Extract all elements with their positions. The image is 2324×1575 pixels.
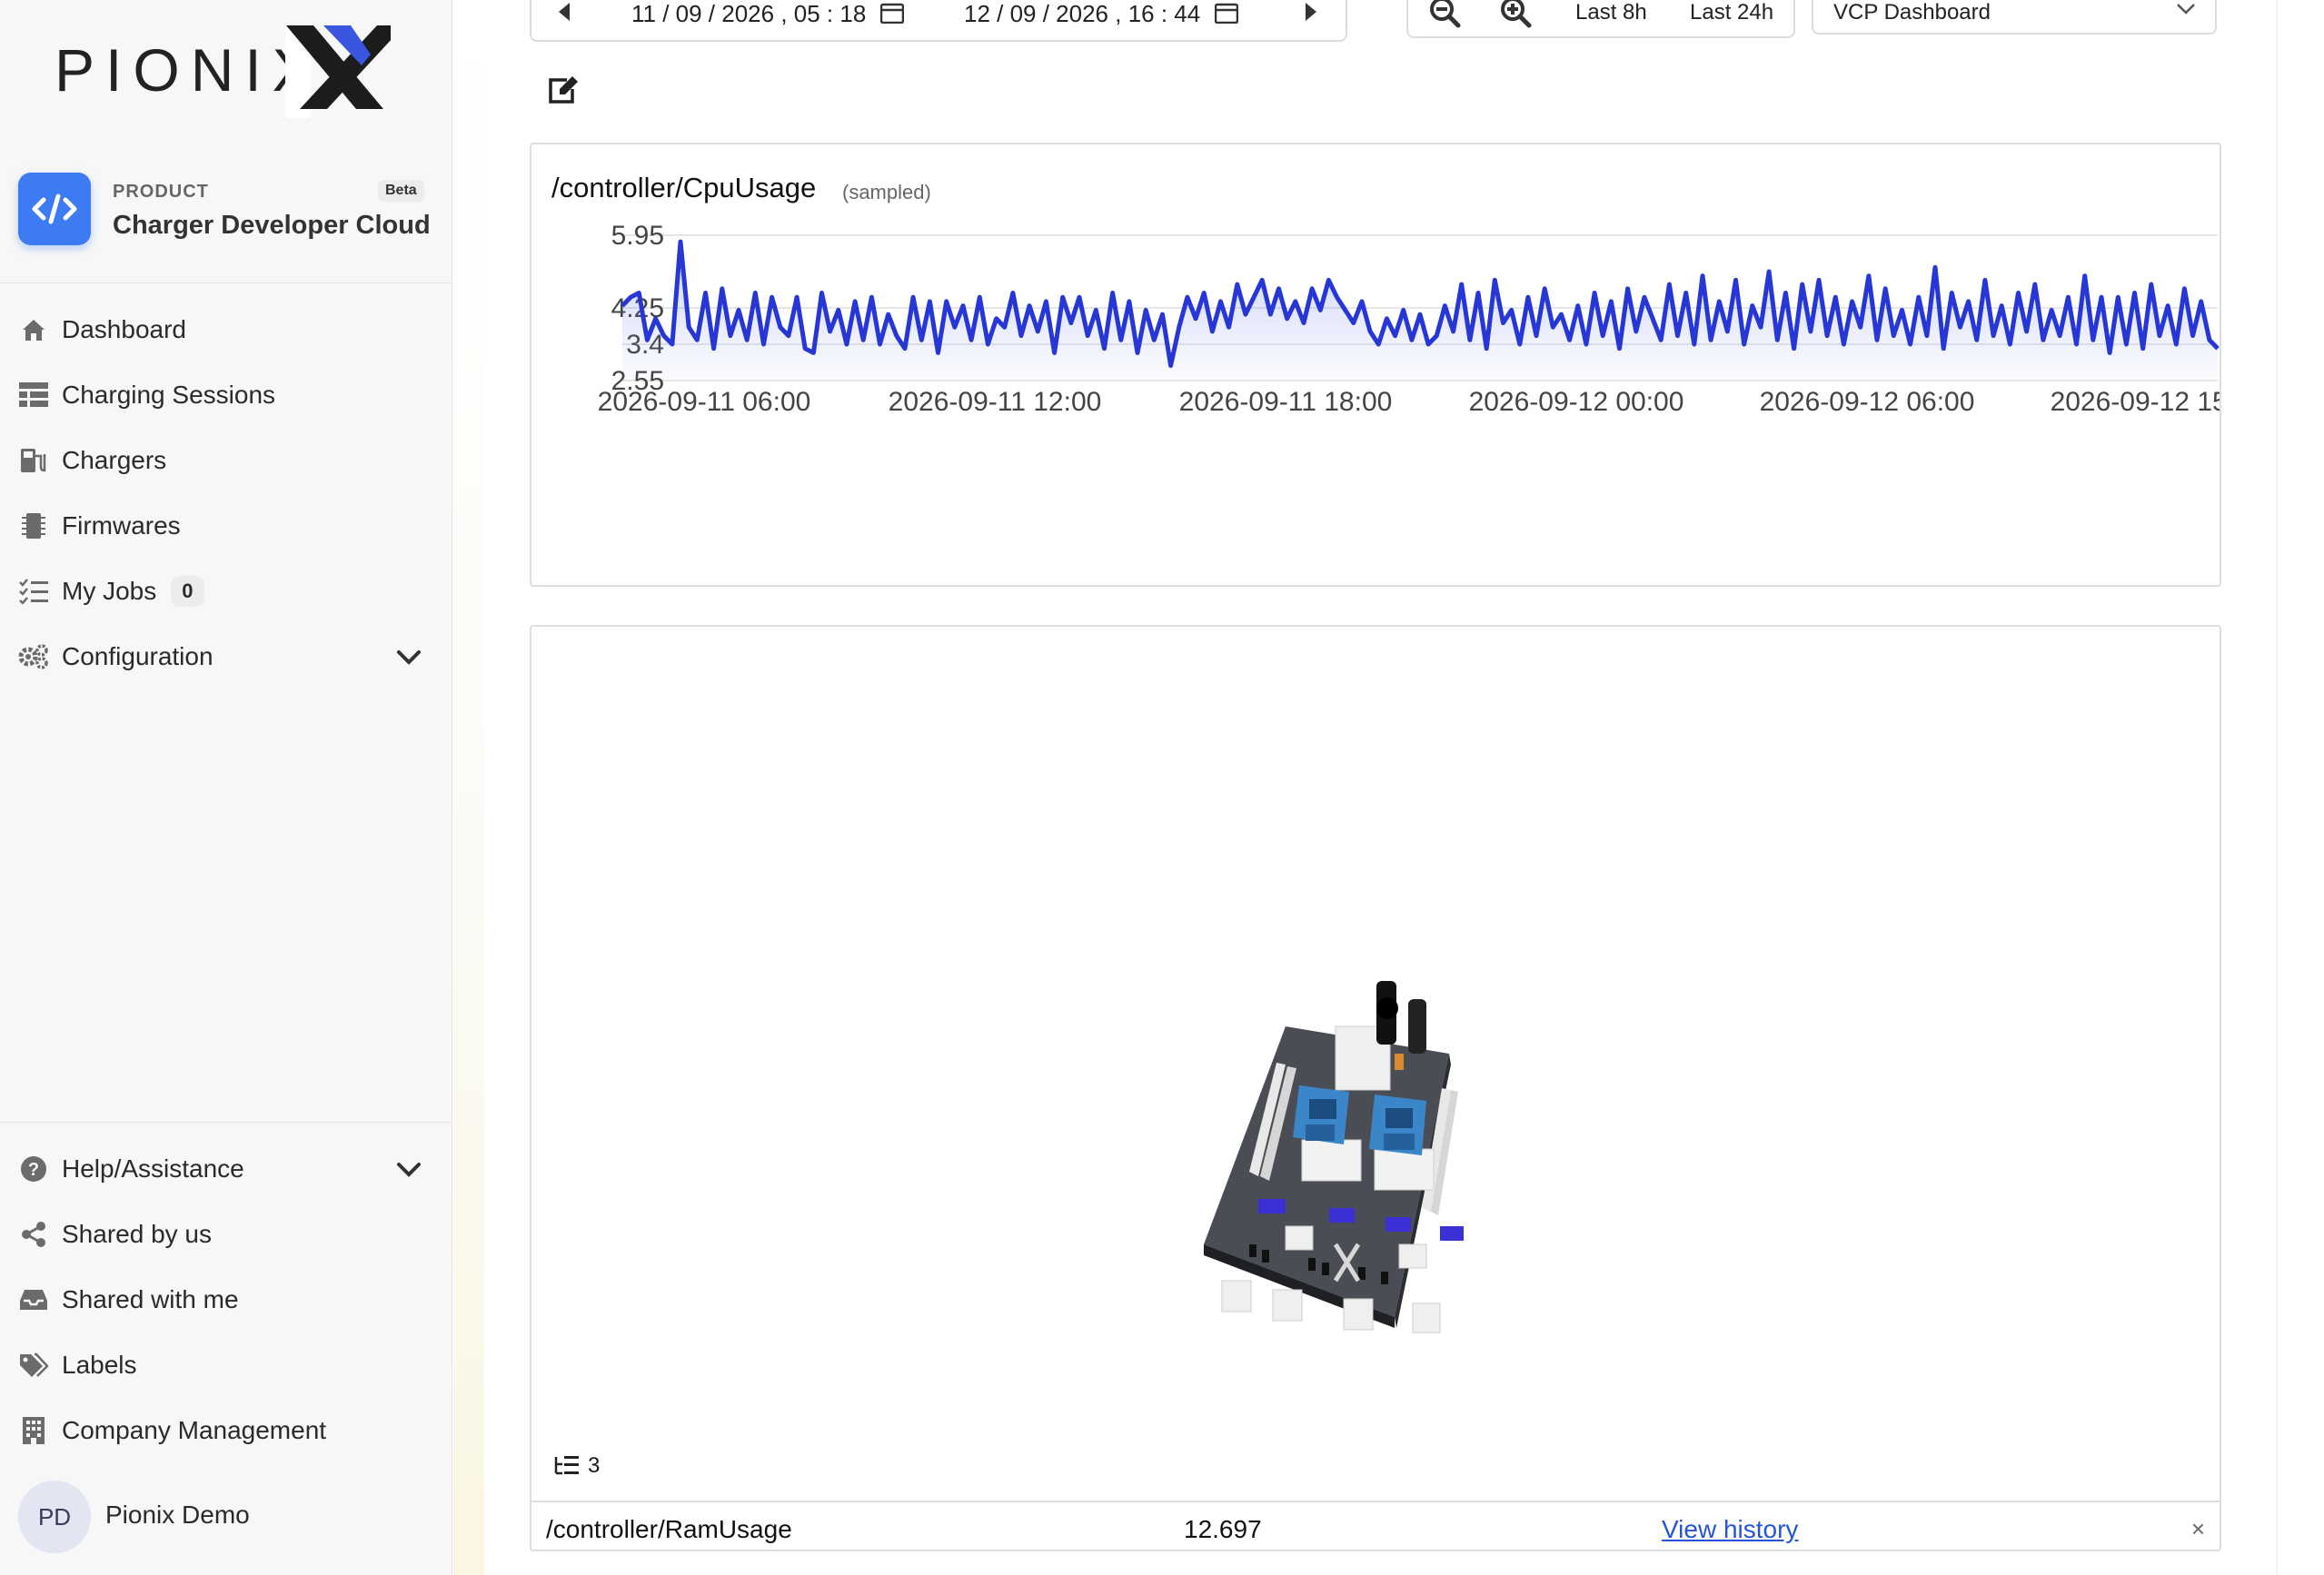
inbox-icon <box>18 1284 49 1315</box>
jobs-count-badge: 0 <box>171 576 204 607</box>
list-count-value: 3 <box>588 1453 601 1478</box>
last-24h-button[interactable]: Last 24h <box>1690 0 1773 25</box>
ram-usage-value: 12.697 <box>1184 1515 1262 1543</box>
sidebar-item-label: Labels <box>62 1351 137 1379</box>
ram-usage-name: /controller/RamUsage <box>546 1515 792 1543</box>
edit-icon <box>549 76 578 104</box>
product-name: Charger Developer Cloud <box>113 211 431 240</box>
x-tick-label: 2026-09-12 00:00 <box>1469 387 1684 417</box>
gutter <box>453 0 484 1575</box>
sidebar-item-shared-by-us[interactable]: Shared by us <box>18 1212 432 1257</box>
list-check-icon <box>18 576 49 607</box>
question-circle-icon: ? <box>18 1154 49 1184</box>
sidebar-item-label: Charging Sessions <box>62 381 276 409</box>
building-icon <box>18 1415 49 1446</box>
scrollbar[interactable] <box>2277 0 2324 1575</box>
sidebar-item-charging-sessions[interactable]: Charging Sessions <box>18 372 432 418</box>
model-viewer-panel: 3 /controller/RamUsage 12.697 View histo… <box>530 625 2221 1551</box>
sidebar-item-dashboard[interactable]: Dashboard <box>18 307 432 352</box>
close-icon[interactable]: × <box>2191 1515 2205 1543</box>
view-history-link[interactable]: View history <box>1662 1515 1798 1544</box>
cpu-usage-panel: /controller/CpuUsage (sampled) 5.954.253… <box>530 143 2221 587</box>
sidebar: PIONIX PRODUCT Beta Charger Developer Cl… <box>0 0 452 1575</box>
logo-text: PIONIX <box>55 36 323 104</box>
sidebar-item-label: Shared by us <box>62 1220 212 1248</box>
list-count[interactable]: 3 <box>553 1453 600 1479</box>
x-tick-label: 2026-09-11 06:00 <box>598 387 811 417</box>
sidebar-item-configuration[interactable]: Configuration <box>18 634 432 679</box>
product-label: PRODUCT <box>113 182 209 202</box>
beta-badge: Beta <box>378 180 424 202</box>
sidebar-item-label: My Jobs <box>62 577 157 605</box>
series-area <box>622 242 2218 381</box>
chevron-down-icon[interactable] <box>394 643 423 679</box>
charger-board-3d-model[interactable] <box>1149 899 1531 1335</box>
charging-station-icon <box>18 445 49 476</box>
start-date-input[interactable]: 11 / 09 / 2026 , 05 : 18 <box>631 0 866 28</box>
date-range-picker: 11 / 09 / 2026 , 05 : 18 12 / 09 / 2026 … <box>530 0 1347 42</box>
x-tick-label: 2026-09-11 18:00 <box>1179 387 1393 417</box>
sidebar-item-my-jobs[interactable]: My Jobs 0 <box>18 569 432 614</box>
x-tick-label: 2026-09-12 15:00 <box>2051 387 2220 417</box>
avatar[interactable]: PD <box>18 1481 91 1553</box>
next-range-icon[interactable] <box>1304 0 1318 28</box>
zoom-out-icon[interactable] <box>1428 0 1465 35</box>
calendar-icon[interactable] <box>879 2 905 30</box>
end-date-input[interactable]: 12 / 09 / 2026 , 16 : 44 <box>964 0 1200 28</box>
chip-icon <box>18 510 49 541</box>
dashboard-select[interactable]: VCP Dashboard <box>1812 0 2217 35</box>
zoom-in-icon[interactable] <box>1499 0 1535 35</box>
home-icon <box>18 314 49 345</box>
calendar-icon[interactable] <box>1214 2 1239 30</box>
tags-icon <box>18 1350 49 1381</box>
cpu-usage-chart[interactable]: 5.954.253.42.55 2026-09-11 06:002026-09-… <box>531 144 2220 585</box>
x-tick-label: 2026-09-12 06:00 <box>1760 387 1975 417</box>
sidebar-item-chargers[interactable]: Chargers <box>18 438 432 483</box>
pionix-logo[interactable]: PIONIX <box>55 18 404 123</box>
sidebar-item-firmwares[interactable]: Firmwares <box>18 503 432 549</box>
product-switcher[interactable]: PRODUCT Beta Charger Developer Cloud <box>0 154 452 283</box>
sidebar-item-label: Help/Assistance <box>62 1154 244 1183</box>
gears-icon <box>18 641 49 672</box>
code-icon <box>18 173 91 245</box>
logo-mark: PIONIX <box>55 25 404 118</box>
sidebar-item-label: Chargers <box>62 446 167 474</box>
previous-range-icon[interactable] <box>557 0 571 28</box>
sidebar-item-company-management[interactable]: Company Management <box>18 1408 432 1453</box>
sidebar-item-shared-with-me[interactable]: Shared with me <box>18 1277 432 1322</box>
tree-list-icon <box>554 1456 579 1475</box>
last-8h-button[interactable]: Last 8h <box>1575 0 1647 25</box>
ram-usage-row: /controller/RamUsage 12.697 View history… <box>531 1501 2220 1551</box>
sidebar-item-label: Configuration <box>62 642 214 670</box>
x-tick-label: 2026-09-11 12:00 <box>889 387 1102 417</box>
chevron-down-icon <box>2177 4 2195 15</box>
chevron-down-icon[interactable] <box>394 1155 423 1191</box>
sidebar-divider <box>0 1122 452 1123</box>
sidebar-item-label: Firmwares <box>62 511 181 540</box>
edit-dashboard-button[interactable] <box>547 74 583 111</box>
dashboard-select-value: VCP Dashboard <box>1833 0 1991 25</box>
user-name[interactable]: Pionix Demo <box>105 1501 250 1530</box>
sidebar-item-labels[interactable]: Labels <box>18 1342 432 1388</box>
zoom-controls: Last 8h Last 24h <box>1406 0 1795 38</box>
sidebar-item-label: Dashboard <box>62 315 186 343</box>
x-axis: 2026-09-11 06:00 2026-09-11 12:00 2026-09-… <box>598 387 2220 417</box>
y-tick-label: 5.95 <box>611 221 664 251</box>
sidebar-item-label: Shared with me <box>62 1285 239 1313</box>
svg-text:?: ? <box>28 1160 39 1180</box>
sidebar-item-label: Company Management <box>62 1416 327 1444</box>
share-nodes-icon <box>18 1219 49 1250</box>
table-list-icon <box>18 380 49 411</box>
sidebar-item-help[interactable]: ? Help/Assistance <box>18 1146 432 1192</box>
